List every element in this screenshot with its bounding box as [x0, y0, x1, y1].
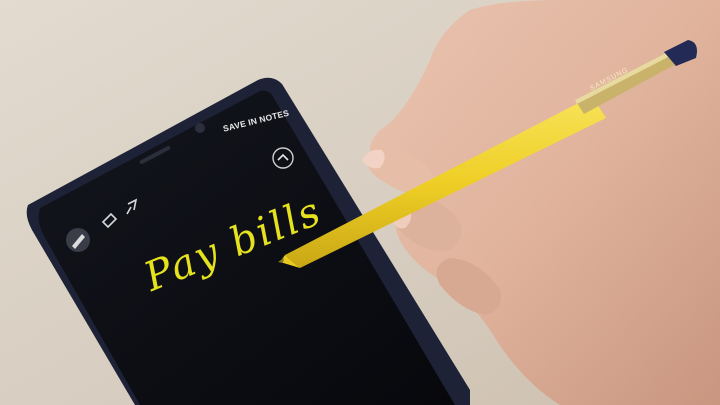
pen-tool-icon[interactable]: [66, 228, 90, 252]
photo-scene: SAVE IN NOTES SAMSUNG Pay bills: [0, 0, 720, 405]
front-camera-icon: [195, 123, 205, 133]
